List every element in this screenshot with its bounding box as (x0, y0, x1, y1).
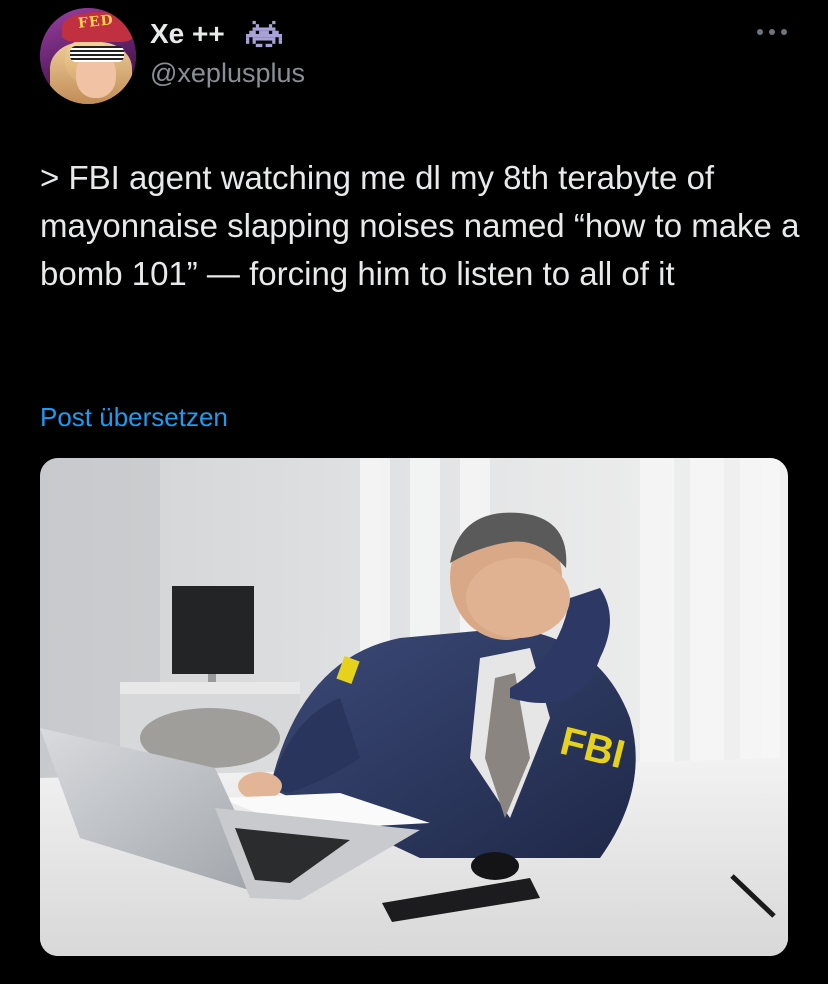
tweet-media-image[interactable]: FBI (40, 458, 788, 956)
media-photo: FBI (40, 458, 788, 956)
more-options-icon[interactable] (754, 24, 790, 40)
avatar[interactable]: FED (40, 8, 136, 104)
avatar-shutter-shades (70, 46, 124, 62)
space-invader-icon (246, 20, 282, 48)
translate-post-link[interactable]: Post übersetzen (40, 402, 228, 433)
tweet-text: > FBI agent watching me dl my 8th teraby… (40, 159, 809, 292)
author-display-name[interactable]: Xe ++ (150, 18, 225, 50)
author-handle[interactable]: @xeplusplus (150, 58, 305, 89)
